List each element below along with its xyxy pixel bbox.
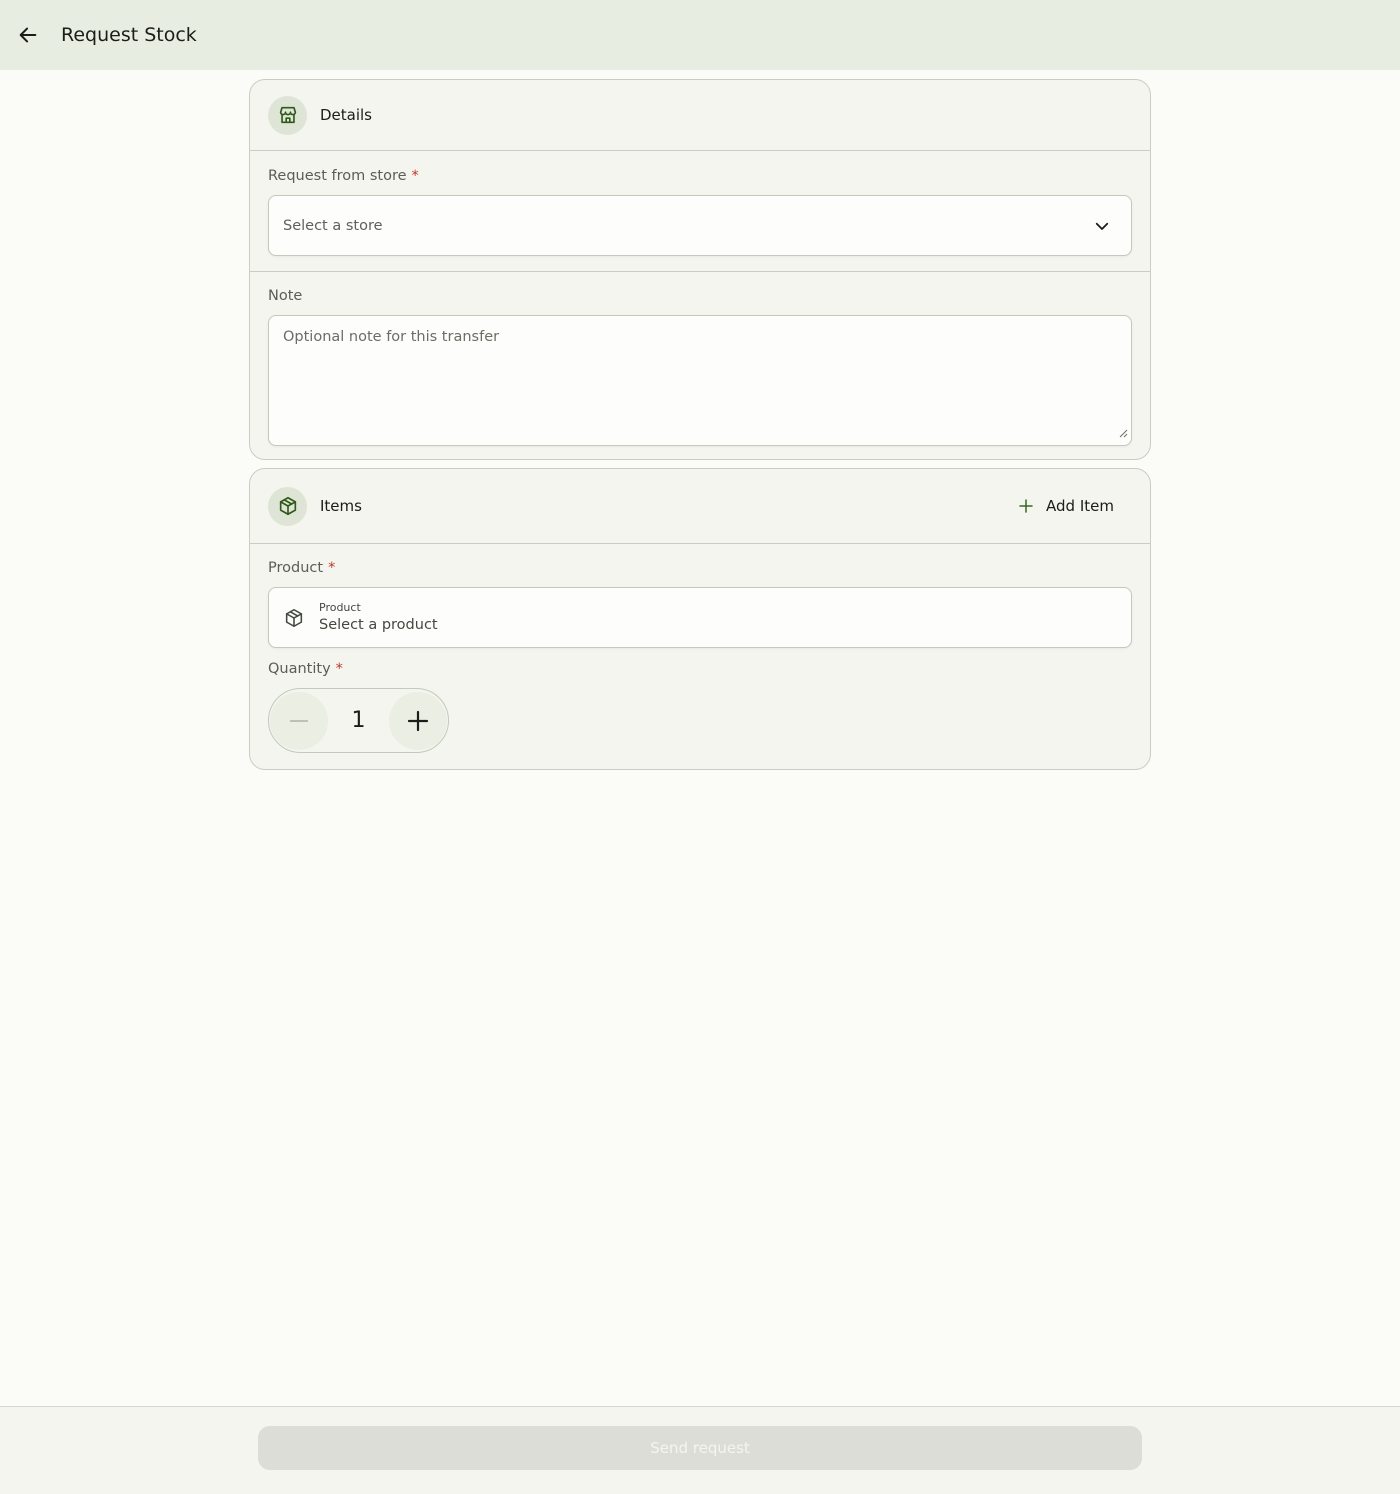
quantity-stepper: 1 <box>268 688 449 753</box>
product-select-texts: Product Select a product <box>319 601 438 635</box>
product-inner-label: Product <box>319 600 361 614</box>
store-select[interactable]: Select a store <box>268 195 1132 256</box>
back-button[interactable] <box>8 15 48 55</box>
page-title: Request Stock <box>61 24 197 46</box>
items-card: Items Add Item Product * Product Select … <box>249 468 1151 770</box>
chevron-down-icon <box>1093 217 1111 235</box>
store-select-placeholder: Select a store <box>283 217 383 234</box>
add-item-button[interactable]: Add Item <box>1017 497 1114 515</box>
product-select[interactable]: Product Select a product <box>268 587 1132 648</box>
store-field-label: Request from store * <box>268 168 419 184</box>
plus-icon <box>1017 497 1035 515</box>
product-section: Product * Product Select a product Quanti… <box>250 544 1150 753</box>
details-title: Details <box>320 106 373 124</box>
package-icon <box>268 486 307 526</box>
send-request-button[interactable]: Send request <box>258 1426 1142 1470</box>
app-bar: Request Stock <box>0 0 1400 70</box>
minus-icon <box>288 710 310 732</box>
note-placeholder: Optional note for this transfer <box>283 329 500 345</box>
quantity-field-label: Quantity * <box>268 661 343 677</box>
note-textarea[interactable]: Optional note for this transfer <box>268 315 1132 446</box>
package-icon <box>283 607 305 629</box>
items-card-header: Items Add Item <box>250 469 1150 544</box>
arrow-left-icon <box>17 24 39 46</box>
note-field-label: Note <box>268 288 303 304</box>
store-section: Request from store * Select a store <box>250 151 1150 271</box>
required-mark: * <box>411 168 419 184</box>
product-field-label: Product * <box>268 560 336 576</box>
details-card: Details Request from store * Select a sto… <box>249 79 1151 460</box>
required-mark: * <box>335 661 343 677</box>
items-title: Items <box>320 497 362 515</box>
increment-button[interactable] <box>389 691 447 750</box>
resize-grip-icon[interactable] <box>1118 423 1128 442</box>
add-item-label: Add Item <box>1046 497 1114 515</box>
bottom-bar: Send request <box>0 1406 1400 1494</box>
product-placeholder: Select a product <box>319 616 438 633</box>
decrement-button[interactable] <box>270 691 328 750</box>
plus-icon <box>406 709 430 733</box>
required-mark: * <box>328 560 336 576</box>
quantity-value: 1 <box>351 708 366 733</box>
details-card-header: Details <box>250 80 1150 151</box>
note-section: Note Optional note for this transfer <box>250 272 1150 446</box>
store-icon <box>268 95 307 135</box>
